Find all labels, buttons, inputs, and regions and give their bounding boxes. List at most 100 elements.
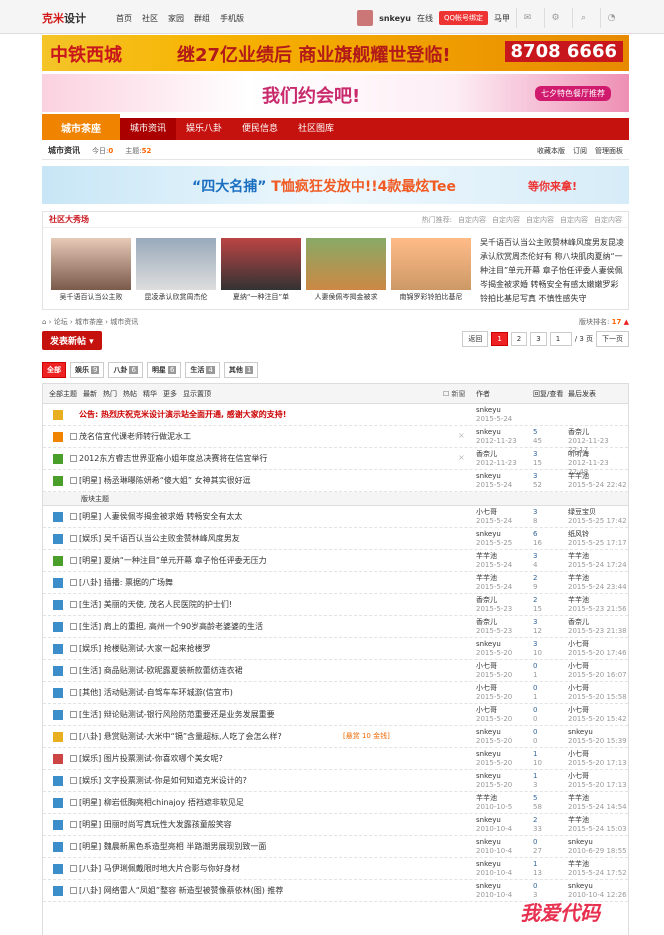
thread-checkbox[interactable] [70,623,77,630]
crumb[interactable]: 城市茶座 [75,317,103,327]
thread-last-post[interactable]: snkeyu 2015-5-20 15:39 [568,728,627,746]
thread-checkbox[interactable] [70,689,77,696]
avatar[interactable] [357,10,374,26]
table-row[interactable]: [明星] 人妻侯佩岑揭金被求婚 转畅安全有太太 小七哥 2015-5-24 3 8 绿豆宝… [43,506,628,528]
thread-checkbox[interactable] [70,777,77,784]
gear-icon[interactable]: ⚙ [544,8,566,28]
thread-title[interactable]: [娱乐] 文字投票测试-你是如何知道克米设计的? [79,775,247,786]
thread-last-post[interactable]: 小七哥 2015-5-20 17:13 [568,750,627,768]
thread-title[interactable]: [明星] 柳岩低胸亮相chinajoy 捂裆遮非软见足 [79,797,244,808]
thread-checkbox[interactable] [70,821,77,828]
thread-title[interactable]: [生活] 肩上的重担, 高州一个90岁高龄老婆婆的生活 [79,621,263,632]
thread-author[interactable]: snkeyu 2015-5-20 [476,728,512,746]
table-row[interactable]: [娱乐] 抢楼贴测试-大家一起来抢楼罗 snkeyu 2015-5-20 3 10 小七哥… [43,638,628,660]
thread-author[interactable]: 香奈儿 2015-5-23 [476,618,512,636]
thread-last-post[interactable]: 香奈儿 2015-5-23 21:38 [568,618,627,636]
thread-author[interactable]: 小七哥 2015-5-24 [476,508,512,526]
new-window-toggle[interactable]: ☐ 新窗 [443,389,466,399]
back-button[interactable]: 返回 [462,331,489,347]
crumb[interactable]: 论坛 [54,317,68,327]
table-row[interactable]: [八卦] 插播: 票据的广场舞 芊芊池 2015-5-24 2 9 芊芊池 2015-5-2… [43,572,628,594]
ad-banner-date[interactable]: 我们约会吧! 七夕特色餐厅推荐 [42,74,629,112]
thread-author[interactable]: snkeyu 2015-5-20 [476,772,512,790]
page-1[interactable]: 1 [491,332,508,346]
cat-item[interactable]: 其他 1 [223,362,259,378]
thread-author[interactable]: snkeyu 2015-5-24 [476,406,512,424]
rss-icon[interactable]: ◔ [600,8,622,28]
table-row[interactable]: [娱乐] 文字投票测试-你是如何知道克米设计的? snkeyu 2015-5-20 1… [43,770,628,792]
thread-author[interactable]: 香奈儿 2012-11-23 [476,450,517,468]
thread-author[interactable]: snkeyu 2015-5-20 [476,640,512,658]
thread-checkbox[interactable] [70,799,77,806]
thread-title[interactable]: 2012东方睿志世界亚裔小姐年度总决赛将在信宜举行 [79,453,267,464]
table-row[interactable]: [娱乐] 图片投票测试-你喜欢哪个美女呢? snkeyu 2015-5-20 1 10 小… [43,748,628,770]
filter-hotpost[interactable]: 热帖 [123,389,137,399]
table-row[interactable]: [生活] 美丽的天使, 茂名人民医院的护士们! 香奈儿 2015-5-23 2 15 芊芊… [43,594,628,616]
table-row[interactable]: [生活] 肩上的重担, 高州一个90岁高龄老婆婆的生活 香奈儿 2015-5-23 3… [43,616,628,638]
ad-banner-realestate[interactable]: 中铁西城 继27亿业绩后 商业旗舰耀世登临! 8708 6666 [42,35,629,71]
thread-title[interactable]: [明星] 人妻侯佩岑揭金被求婚 转畅安全有太太 [79,511,242,522]
thread-checkbox[interactable] [70,887,77,894]
hot-link[interactable]: 自定内容 [526,215,554,225]
thread-last-post[interactable]: 小七哥 2015-5-20 15:58 [568,684,627,702]
thread-title[interactable]: [生活] 商品贴测试-欧昵露夏装新款蕾纺连衣裙 [79,665,243,676]
thread-title[interactable]: [娱乐] 图片投票测试-你喜欢哪个美女呢? [79,753,223,764]
table-row[interactable]: [明星] 魏晨新黑色系造型亮相 半路潮男展现别致一面 snkeyu 2010-10-… [43,836,628,858]
filter-all[interactable]: 全部主题 [49,389,77,399]
hot-link[interactable]: 自定内容 [458,215,486,225]
tab-gallery[interactable]: 社区图库 [288,118,344,140]
nav-mobile[interactable]: 手机版 [220,13,244,24]
thread-title[interactable]: [生活] 辩论贴测试-银行风险防范重要还是业务发展重要 [79,709,275,720]
filter-digest[interactable]: 精华 [143,389,157,399]
mail-icon[interactable]: ✉ [516,8,538,28]
nav-community[interactable]: 社区 [142,13,158,24]
thread-last-post[interactable]: 芊芊池 2015-5-24 23:44 [568,574,627,592]
favorite-link[interactable]: 收藏本版 [537,146,565,156]
thread-checkbox[interactable] [70,865,77,872]
qq-bind-button[interactable]: QQ帐号绑定 [438,11,488,25]
nav-home-space[interactable]: 家园 [168,13,184,24]
thread-last-post[interactable]: 芊芊池 2015-5-24 22:42 [568,472,627,490]
thread-checkbox[interactable] [70,843,77,850]
home-icon[interactable]: ⌂ [42,318,46,326]
nav-home[interactable]: 首页 [116,13,132,24]
thread-author[interactable]: 芊芊池 2015-5-24 [476,552,512,570]
thread-title[interactable]: [八卦] 插播: 票据的广场舞 [79,577,173,588]
thread-author[interactable]: 小七哥 2015-5-20 [476,684,512,702]
thread-title[interactable]: [明星] 田丽时尚写真玩性大发露孩童般笑容 [79,819,232,830]
nav-forum-home[interactable]: 城市茶座 [42,114,120,140]
thread-author[interactable]: 芊芊池 2015-5-24 [476,574,512,592]
table-row[interactable]: [明星] 柳岩低胸亮相chinajoy 捂裆遮非软见足 芊芊池 2010-10-5 5… [43,792,628,814]
page-input[interactable]: 1 [549,332,572,346]
thread-title[interactable]: [八卦] 网络雷人“凤姐”整容 新造型被赞像蔡依林(图) 推荐 [79,885,283,896]
thread-title[interactable]: 公告: 热烈庆祝克米设计演示站全面开通, 感谢大家的支持! [79,409,286,420]
table-row[interactable]: [明星] 夏纳“一种注目”单元开幕 章子怡任评委无压力 芊芊池 2015-5-24 3… [43,550,628,572]
thread-author[interactable]: snkeyu 2010-10-4 [476,816,512,834]
cat-item[interactable]: 生活 4 [185,362,220,378]
table-row[interactable]: [生活] 商品贴测试-欧昵露夏装新款蕾纺连衣裙 小七哥 2015-5-20 0 1 小七哥… [43,660,628,682]
thread-checkbox[interactable] [70,477,77,484]
table-row[interactable]: 茂名信宜代课老师转行做泥水工 × snkeyu 2012-11-23 5 45 香奈儿 201… [43,426,628,454]
cat-item[interactable]: 明星 6 [146,362,182,378]
thread-last-post[interactable]: 小七哥 2015-5-20 16:07 [568,662,627,680]
thread-last-post[interactable]: 小七哥 2015-5-20 15:42 [568,706,627,724]
tab-gossip[interactable]: 娱乐八卦 [176,118,232,140]
thread-checkbox[interactable] [70,711,77,718]
thread-checkbox[interactable] [70,601,77,608]
filter-latest[interactable]: 最新 [83,389,97,399]
table-row[interactable]: [其他] 活动贴测试-自驾车车环城游(信宜市) 小七哥 2015-5-20 0 1 小七哥… [43,682,628,704]
thread-checkbox[interactable] [70,667,77,674]
thread-last-post[interactable]: 芊芊池 2015-5-24 17:24 [568,552,627,570]
showcase-item[interactable]: 南锦罗彩铃拍比基尼 [391,238,471,304]
site-logo[interactable]: 克米设计 [42,10,86,26]
hot-link[interactable]: 自定内容 [594,215,622,225]
thread-last-post[interactable]: 芊芊池 2015-5-24 17:52 [568,860,627,878]
thread-checkbox[interactable] [70,535,77,542]
thread-title[interactable]: [娱乐] 抢楼贴测试-大家一起来抢楼罗 [79,643,211,654]
table-row[interactable]: [八卦] 悬赏贴测试-大米中“镉”含量超标,人吃了会怎么样? [悬赏 10 金钱]… [43,726,628,748]
thread-last-post[interactable]: 小七哥 2015-5-20 17:13 [568,772,627,790]
thread-author[interactable]: snkeyu 2015-5-20 [476,750,512,768]
thread-checkbox[interactable] [70,733,77,740]
thread-author[interactable]: 香奈儿 2015-5-23 [476,596,512,614]
subscribe-link[interactable]: 订阅 [573,146,587,156]
